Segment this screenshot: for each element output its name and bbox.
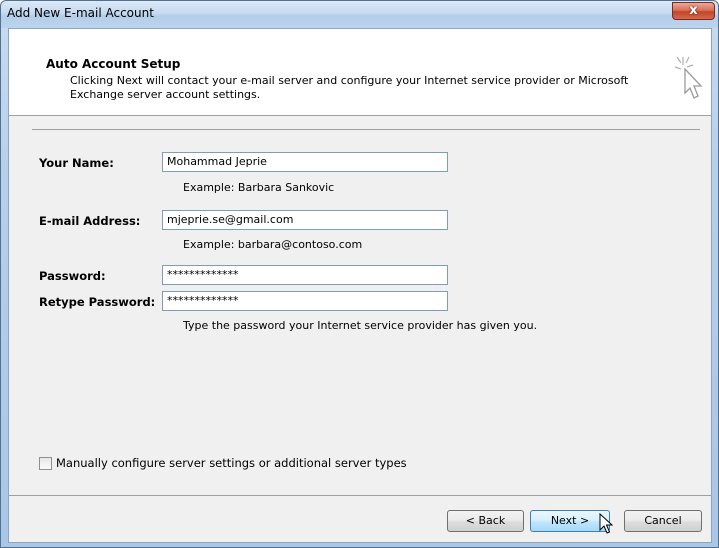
header-separator [32,129,700,130]
cursor-sparkle-icon [674,56,703,99]
password-hint: Type the password your Internet service … [183,319,538,332]
title-bar[interactable]: Add New E-mail Account x [1,1,718,28]
dialog-window: Add New E-mail Account x Auto Account Se… [0,0,719,548]
dialog-client-area: Auto Account Setup Clicking Next will co… [8,28,712,543]
window-title: Add New E-mail Account [7,6,154,20]
cancel-button[interactable]: Cancel [624,510,702,532]
password-label: Password: [39,269,106,283]
manual-config-label: Manually configure server settings or ad… [56,456,407,470]
mouse-pointer-icon [599,513,613,534]
retype-password-label: Retype Password: [39,295,156,309]
password-input[interactable]: ************* [162,265,448,285]
close-button[interactable]: x [672,2,715,20]
back-button[interactable]: < Back [447,510,524,532]
header-description: Clicking Next will contact your e-mail s… [70,74,629,101]
your-name-example: Example: Barbara Sankovic [183,181,335,194]
email-address-input[interactable]: mjeprie.se@gmail.com [162,210,448,230]
email-address-example: Example: barbara@contoso.com [183,238,363,251]
your-name-label: Your Name: [39,156,114,170]
manual-config-option[interactable]: Manually configure server settings or ad… [39,456,407,470]
email-address-label: E-mail Address: [39,214,141,228]
header-panel: Auto Account Setup Clicking Next will co… [9,29,711,116]
header-title: Auto Account Setup [46,57,181,71]
close-icon: x [689,3,698,18]
manual-config-checkbox[interactable] [39,456,52,470]
retype-password-input[interactable]: ************* [162,291,448,311]
footer-separator [9,495,711,496]
your-name-input[interactable]: Mohammad Jeprie [162,152,448,172]
next-button[interactable]: Next > [530,510,610,532]
